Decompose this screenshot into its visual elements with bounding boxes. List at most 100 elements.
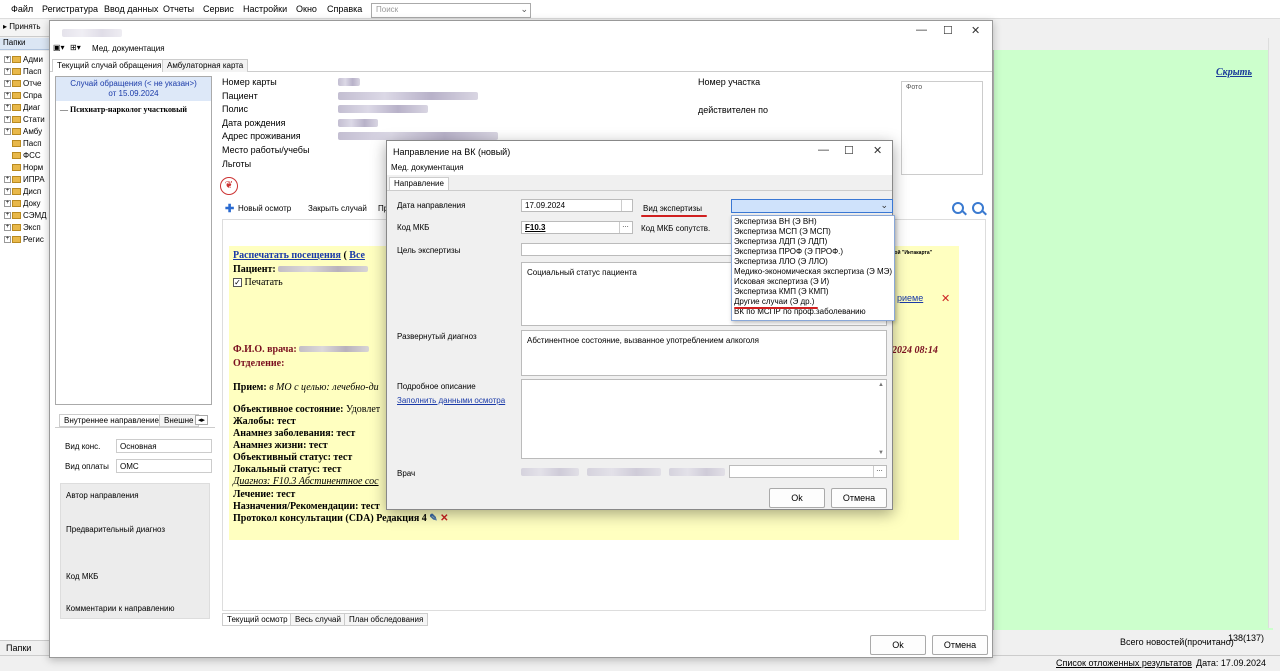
- scroll-down-icon[interactable]: ▼: [878, 450, 884, 456]
- folder-item[interactable]: +Пасп: [4, 139, 48, 151]
- print-visits-link[interactable]: Распечатать посещения: [233, 250, 341, 261]
- folder-item[interactable]: + Амбу: [4, 127, 48, 139]
- expand-icon[interactable]: +: [4, 176, 11, 184]
- folder-item[interactable]: +Пасп: [4, 67, 48, 79]
- hide-link[interactable]: Скрыть: [1216, 67, 1252, 78]
- exp-option[interactable]: Экспертиза КМП (Э КМП): [734, 287, 829, 296]
- accept-button[interactable]: ▸ Принять: [3, 22, 41, 31]
- exp-option[interactable]: Экспертиза ВН (Э ВН): [734, 217, 817, 226]
- menu-registry[interactable]: Регистратура: [42, 4, 98, 14]
- tab-exam-plan[interactable]: План обследования: [344, 613, 429, 626]
- tab-scroll-icon[interactable]: ◂▸: [195, 415, 209, 425]
- expand-icon[interactable]: +: [4, 128, 11, 136]
- mkb-field[interactable]: F10.3 …: [521, 221, 633, 234]
- folder-item[interactable]: + СЭМД: [4, 211, 48, 223]
- tab-internal-referral[interactable]: Внутреннее направление: [59, 414, 164, 427]
- visit-link-right[interactable]: риеме: [897, 293, 923, 303]
- minimize-icon[interactable]: —: [818, 144, 829, 156]
- expand-icon[interactable]: +: [4, 116, 11, 124]
- cancel-button[interactable]: Отмена: [932, 635, 988, 655]
- folder-item[interactable]: + ИПРА: [4, 175, 48, 187]
- ok-button[interactable]: Ok: [870, 635, 926, 655]
- maximize-icon[interactable]: ☐: [844, 144, 854, 157]
- calendar-icon[interactable]: [621, 200, 631, 211]
- expand-icon[interactable]: +: [4, 80, 11, 88]
- folder-item[interactable]: + Регис: [4, 235, 48, 247]
- tab-external-referral[interactable]: Внешне: [159, 414, 199, 427]
- exp-option[interactable]: Экспертиза МСП (Э МСП): [734, 227, 831, 236]
- doctor-field[interactable]: …: [729, 465, 887, 478]
- checkbox-icon[interactable]: ✓: [233, 278, 242, 287]
- diagnosis-textarea[interactable]: Абстинентное состояние, вызванное употре…: [521, 330, 887, 376]
- maximize-icon[interactable]: ☐: [943, 24, 953, 37]
- tab-referral[interactable]: Направление: [389, 177, 449, 190]
- scrollbar[interactable]: [1268, 38, 1280, 628]
- zoom-out-icon[interactable]: [972, 202, 984, 214]
- expand-icon[interactable]: +: [4, 236, 11, 244]
- payment-field[interactable]: ОМС: [116, 459, 212, 473]
- scroll-up-icon[interactable]: ▲: [878, 382, 884, 388]
- print-checkbox-row[interactable]: ✓ Печатать: [233, 277, 283, 288]
- expand-icon[interactable]: +: [4, 188, 11, 196]
- menu-window[interactable]: Окно: [296, 4, 317, 14]
- edit-icon[interactable]: ✎: [429, 513, 437, 524]
- exp-option[interactable]: Экспертиза ЛЛО (Э ЛЛО): [734, 257, 828, 266]
- tab-current-case[interactable]: Текущий случай обращения: [52, 59, 167, 72]
- tab-whole-case[interactable]: Весь случай: [290, 613, 346, 626]
- dialog-ok-button[interactable]: Ok: [769, 488, 825, 508]
- case-doctor-node[interactable]: — Психиатр-нарколог участковый: [60, 105, 187, 114]
- case-header[interactable]: Случай обращения (< не указан>) от 15.09…: [56, 77, 211, 101]
- description-textarea[interactable]: ▲ ▼: [521, 379, 887, 459]
- folder-item[interactable]: + Спра: [4, 91, 48, 103]
- expand-icon[interactable]: +: [4, 56, 11, 64]
- chevron-down-icon[interactable]: ⌄: [520, 4, 528, 15]
- zoom-in-icon[interactable]: [952, 202, 964, 214]
- folder-item[interactable]: + Отче: [4, 79, 48, 91]
- folder-item[interactable]: + Доку: [4, 199, 48, 211]
- expand-icon[interactable]: +: [4, 200, 11, 208]
- exp-option[interactable]: Медико-экономическая экспертиза (Э МЭ): [734, 267, 892, 276]
- lungs-icon[interactable]: ❦: [220, 177, 238, 195]
- dialog-med-docs[interactable]: Мед. документация: [391, 163, 464, 172]
- grid-icon[interactable]: ⊞▾: [70, 43, 81, 52]
- folder-item[interactable]: + Эксп: [4, 223, 48, 235]
- delete-icon[interactable]: ✕: [941, 292, 950, 305]
- exp-option[interactable]: Экспертиза ПРОФ (Э ПРОФ.): [734, 247, 843, 256]
- expand-icon[interactable]: +: [4, 68, 11, 76]
- menu-help[interactable]: Справка: [327, 4, 362, 14]
- new-visit-button[interactable]: Новый осмотр: [238, 204, 291, 213]
- all-link[interactable]: Все: [349, 250, 365, 261]
- expand-icon[interactable]: +: [4, 92, 11, 100]
- chevron-down-icon[interactable]: ⌄: [880, 200, 888, 211]
- expand-icon[interactable]: +: [4, 212, 11, 220]
- tab-outpatient-card[interactable]: Амбулаторная карта: [162, 59, 249, 72]
- folder-item[interactable]: + Диаг: [4, 103, 48, 115]
- pending-results-link[interactable]: Список отложенных результатов: [1056, 658, 1192, 668]
- menu-file[interactable]: Файл: [11, 4, 33, 14]
- close-icon[interactable]: ✕: [873, 144, 882, 157]
- menu-service[interactable]: Сервис: [203, 4, 234, 14]
- menu-settings[interactable]: Настройки: [243, 4, 287, 14]
- med-docs-button[interactable]: Мед. документация: [92, 44, 165, 53]
- close-case-button[interactable]: Закрыть случай: [308, 204, 367, 213]
- delete-icon[interactable]: ✕: [440, 513, 448, 524]
- ellipsis-icon[interactable]: …: [873, 466, 885, 477]
- date-field[interactable]: 17.09.2024: [521, 199, 633, 212]
- folder-item[interactable]: + Дисп: [4, 187, 48, 199]
- exp-option[interactable]: Экспертиза ЛДП (Э ЛДП): [734, 237, 827, 246]
- menu-reports[interactable]: Отчеты: [163, 4, 194, 14]
- menu-data-entry[interactable]: Ввод данных: [104, 4, 158, 14]
- folders-bottom-tab[interactable]: Папки: [0, 640, 50, 654]
- exp-option[interactable]: Исковая экспертиза (Э И): [734, 277, 829, 286]
- dialog-cancel-button[interactable]: Отмена: [831, 488, 887, 508]
- minimize-icon[interactable]: —: [916, 24, 927, 36]
- save-icon[interactable]: ▣▾: [53, 43, 65, 52]
- close-icon[interactable]: ✕: [971, 24, 980, 37]
- folder-item[interactable]: + Стати: [4, 115, 48, 127]
- tab-current-visit[interactable]: Текущий осмотр: [222, 613, 293, 626]
- folder-item[interactable]: +ФСС: [4, 151, 48, 163]
- exp-option[interactable]: Другие случаи (Э др.): [734, 297, 814, 306]
- expand-icon[interactable]: +: [4, 224, 11, 232]
- consult-type-field[interactable]: Основная: [116, 439, 212, 453]
- exp-type-select[interactable]: ⌄: [731, 199, 893, 213]
